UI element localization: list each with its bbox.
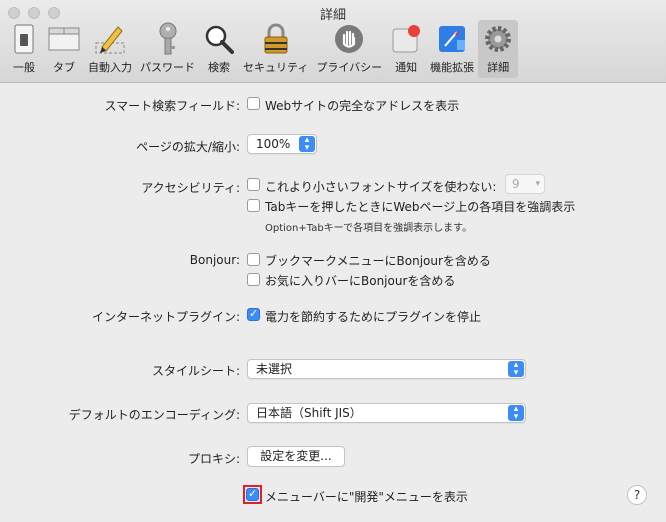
stop-plugins-text: 電力を節約するためにプラグインを停止 [265, 310, 482, 324]
full-address-text: Webサイトの完全なアドレスを表示 [265, 99, 460, 113]
tab-search[interactable]: 検索 [199, 20, 239, 78]
accessibility-label: アクセシビリティ: [141, 181, 240, 195]
min-font-checkbox[interactable] [247, 178, 260, 191]
change-settings-button[interactable]: 設定を変更... [247, 446, 345, 467]
develop-menu-checkbox[interactable] [246, 487, 259, 501]
bonjour-bookmarks-text: ブックマークメニューにBonjourを含める [265, 254, 491, 268]
stop-plugins-checkbox[interactable] [247, 307, 260, 321]
pencil-icon [94, 23, 126, 55]
min-font-text: これより小さいフォントサイズを使わない: [265, 180, 497, 194]
bonjour-bookmarks-checkbox[interactable] [247, 253, 260, 266]
tab-general[interactable]: 一般 [4, 20, 44, 78]
bonjour-label: Bonjour: [189, 253, 240, 267]
tab-advanced[interactable]: 詳細 [478, 20, 519, 78]
help-button[interactable]: ? [627, 485, 647, 505]
tab-privacy[interactable]: プライバシー [312, 20, 386, 78]
notification-icon [390, 23, 422, 55]
lock-icon [260, 23, 292, 55]
preferences-window: 詳細 一般 タブ 自動入力 パスワード 検索 セキュリティ プライバシー 通知 … [0, 0, 666, 522]
titlebar: 詳細 一般 タブ 自動入力 パスワード 検索 セキュリティ プライバシー 通知 … [0, 0, 666, 83]
preferences-toolbar: 一般 タブ 自動入力 パスワード 検索 セキュリティ プライバシー 通知 機能拡… [4, 20, 519, 80]
encoding-select[interactable]: 日本語（Shift JIS） ▴ ▾ [247, 403, 526, 423]
plugins-label: インターネットプラグイン: [91, 310, 240, 324]
zoom-select[interactable]: 100% ▴ ▾ [247, 134, 317, 154]
hand-icon [333, 23, 365, 55]
develop-menu-text: メニューバーに"開発"メニューを表示 [265, 490, 468, 504]
stylesheet-label: スタイルシート: [151, 364, 240, 378]
chevron-updown-icon: ▴ ▾ [508, 361, 524, 378]
extension-icon [436, 23, 468, 55]
tab-highlight-text: Tabキーを押したときにWebページ上の各項目を強調表示 [265, 200, 576, 214]
smart-search-label: スマート検索フィールド: [104, 99, 240, 113]
tab-passwords[interactable]: パスワード [136, 20, 199, 78]
proxy-label: プロキシ: [187, 452, 240, 466]
chevron-down-icon: ▾ [535, 179, 540, 189]
tab-notifications[interactable]: 通知 [386, 20, 426, 78]
tab-autofill[interactable]: 自動入力 [84, 20, 136, 78]
bonjour-favorites-checkbox[interactable] [247, 273, 260, 286]
chevron-updown-icon: ▴ ▾ [508, 405, 524, 422]
tabs-icon [48, 23, 80, 55]
key-icon [152, 22, 184, 55]
chevron-updown-icon: ▴ ▾ [299, 136, 315, 153]
tab-extensions[interactable]: 機能拡張 [426, 20, 478, 78]
bonjour-favorites-text: お気に入りバーにBonjourを含める [265, 274, 456, 288]
zoom-label: ページの拡大/縮小: [136, 140, 240, 154]
switch-icon [8, 23, 40, 55]
tab-highlight-checkbox[interactable] [247, 199, 260, 212]
gear-icon [482, 23, 514, 55]
full-address-checkbox[interactable] [247, 97, 260, 110]
encoding-label: デフォルトのエンコーディング: [68, 408, 240, 422]
magnifier-icon [203, 23, 235, 55]
tab-security[interactable]: セキュリティ [239, 20, 312, 78]
tab-highlight-note: Option+Tabキーで各項目を強調表示します。 [265, 223, 473, 234]
min-font-size-select[interactable]: 9 ▾ [505, 174, 545, 194]
stylesheet-select[interactable]: 未選択 ▴ ▾ [247, 359, 526, 379]
tab-tabs[interactable]: タブ [44, 20, 84, 78]
